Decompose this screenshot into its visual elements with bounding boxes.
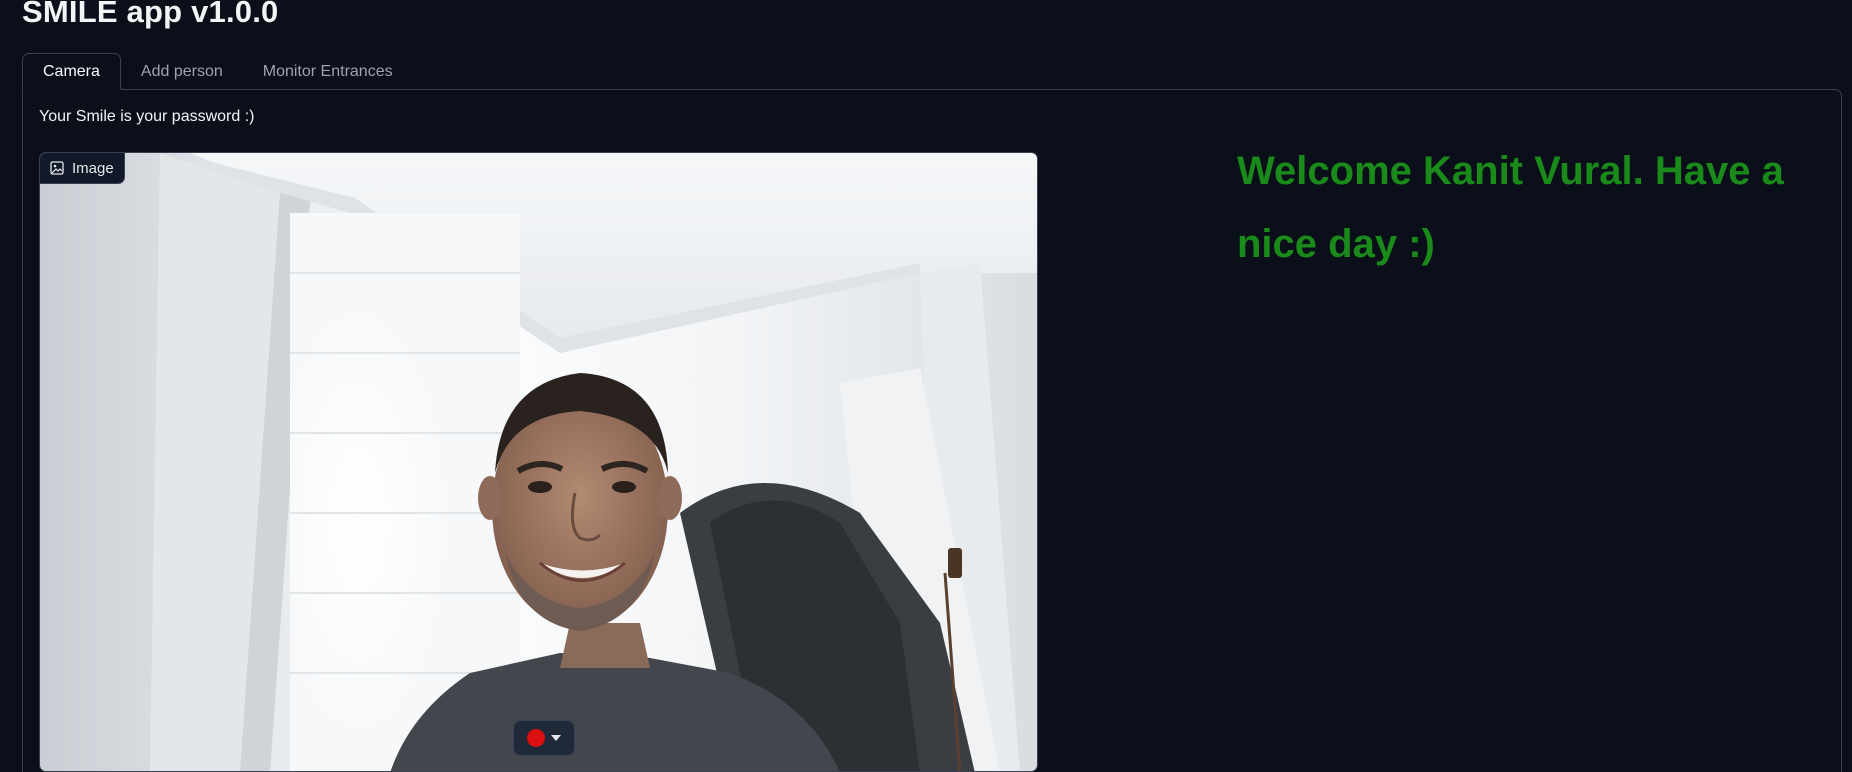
image-component[interactable]: Image <box>39 152 1038 772</box>
chevron-down-icon[interactable] <box>551 735 561 741</box>
app-title: SMILE app v1.0.0 <box>22 0 279 29</box>
description-text: Your Smile is your password :) <box>39 108 255 125</box>
tab-monitor-entrances[interactable]: Monitor Entrances <box>243 53 413 90</box>
record-button[interactable] <box>513 720 575 756</box>
image-label-text: Image <box>72 159 114 177</box>
image-icon <box>50 161 64 175</box>
tab-add-person[interactable]: Add person <box>121 53 243 90</box>
welcome-message: Welcome Kanit Vural. Have a nice day :) <box>1237 149 1784 266</box>
tab-bar: Camera Add person Monitor Entrances <box>22 53 413 90</box>
webcam-feed <box>40 153 1037 771</box>
camera-tab-panel: Your Smile is your password :) Image Wel… <box>22 89 1842 772</box>
image-label-badge: Image <box>40 153 125 184</box>
tab-camera[interactable]: Camera <box>22 53 121 90</box>
record-dot-icon <box>527 729 545 747</box>
app-root: SMILE app v1.0.0 Camera Add person Monit… <box>0 0 1852 772</box>
